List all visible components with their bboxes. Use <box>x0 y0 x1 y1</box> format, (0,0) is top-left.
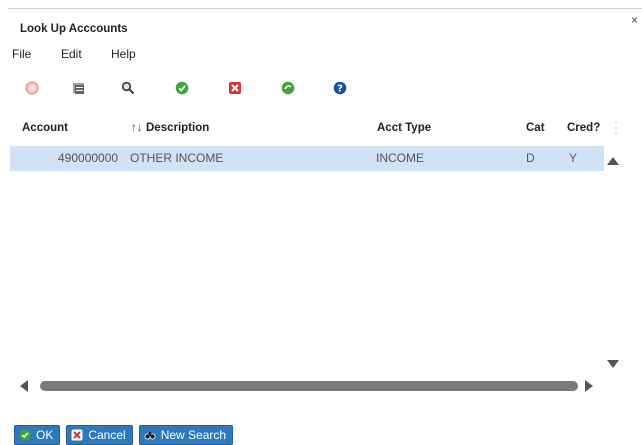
column-header-description[interactable]: Description <box>146 122 209 134</box>
new-search-label: New Search <box>160 428 227 442</box>
cancel-icon <box>71 429 83 441</box>
column-header-cred[interactable]: Cred? <box>567 122 600 134</box>
settings-icon[interactable] <box>24 80 40 96</box>
column-header-account[interactable]: Account <box>22 122 68 134</box>
ok-button[interactable]: OK <box>14 425 61 445</box>
scroll-down-arrow-icon[interactable] <box>607 360 619 368</box>
menu-help[interactable]: Help <box>111 47 136 61</box>
sort-icon[interactable]: ↑↓ <box>131 122 143 134</box>
grid-icon[interactable] <box>71 80 87 96</box>
cell-account: 490000000 <box>58 151 119 165</box>
menu-edit[interactable]: Edit <box>61 47 111 61</box>
close-icon[interactable]: × <box>631 13 638 27</box>
horizontal-scrollbar-thumb[interactable] <box>40 381 578 391</box>
table-row[interactable]: 490000000 OTHER INCOME INCOME D Y <box>10 146 604 171</box>
scroll-up-arrow-icon[interactable] <box>607 157 619 165</box>
column-header-cat[interactable]: Cat <box>526 122 545 134</box>
scroll-right-arrow-icon[interactable] <box>585 380 593 392</box>
help-icon[interactable]: ? <box>332 80 348 96</box>
menu-bar: File Edit Help <box>12 47 136 61</box>
check-icon <box>19 429 31 441</box>
column-header-acct-type[interactable]: Acct Type <box>377 122 431 134</box>
cancel-label: Cancel <box>88 428 126 442</box>
toolbar: ? <box>0 80 400 100</box>
cell-description: OTHER INCOME <box>130 151 224 165</box>
cell-cat: D <box>526 151 535 165</box>
cancel-icon[interactable] <box>227 80 243 96</box>
cell-acct-type: INCOME <box>376 151 424 165</box>
grid-body: 490000000 OTHER INCOME INCOME D Y <box>10 146 604 372</box>
dialog-title: Look Up Acccounts <box>20 23 128 35</box>
check-icon[interactable] <box>174 80 190 96</box>
column-menu-icon[interactable]: · · · <box>614 115 618 139</box>
new-search-button[interactable]: New Search <box>138 425 234 445</box>
menu-file[interactable]: File <box>12 47 61 61</box>
cancel-button[interactable]: Cancel <box>66 425 133 445</box>
footer-buttons: OK Cancel New Search <box>14 425 234 445</box>
grid-header: Account ↑↓ Description Acct Type Cat Cre… <box>0 112 612 142</box>
refresh-icon[interactable] <box>280 80 296 96</box>
binoculars-icon <box>144 429 156 441</box>
scroll-left-arrow-icon[interactable] <box>20 380 28 392</box>
ok-label: OK <box>36 428 54 442</box>
svg-text:?: ? <box>337 84 343 95</box>
search-icon[interactable] <box>120 80 136 96</box>
cell-cred: Y <box>569 151 578 165</box>
